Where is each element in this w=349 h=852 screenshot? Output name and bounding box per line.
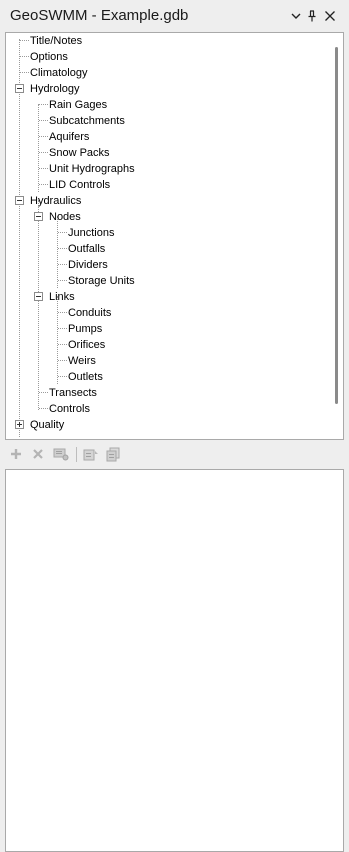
chevron-down-icon[interactable]	[289, 8, 303, 24]
tree-item-title-notes[interactable]: Title/Notes	[30, 33, 82, 49]
tree-connector	[19, 39, 20, 437]
tree-scrollbar[interactable]	[331, 33, 343, 439]
toolbar-separator	[76, 447, 77, 462]
expand-toggle-hydrology[interactable]	[15, 84, 24, 93]
tree-toolbar	[5, 441, 344, 468]
close-icon[interactable]	[323, 8, 337, 24]
tree-connector	[39, 104, 48, 105]
tree-item-junctions[interactable]: Junctions	[68, 225, 114, 241]
tree-item-subcatchments[interactable]: Subcatchments	[49, 113, 125, 129]
tree-item-aquifers[interactable]: Aquifers	[49, 129, 89, 145]
tree-connector	[58, 264, 67, 265]
tree-item-nodes[interactable]: Nodes	[49, 209, 81, 225]
tree-item-rain-gages[interactable]: Rain Gages	[49, 97, 107, 113]
tree-connector	[57, 216, 58, 288]
tree-item-outfalls[interactable]: Outfalls	[68, 241, 105, 257]
tree-connector	[20, 56, 29, 57]
tree-connector	[20, 40, 29, 41]
expand-toggle-nodes[interactable]	[34, 212, 43, 221]
tree-connector	[39, 168, 48, 169]
tree-connector	[58, 328, 67, 329]
tree-connector	[39, 392, 48, 393]
tree-item-transects[interactable]: Transects	[49, 385, 97, 401]
tree-connector	[58, 360, 67, 361]
tree-connector	[39, 408, 48, 409]
tree-connector	[38, 200, 39, 410]
tree-connector	[58, 232, 67, 233]
properties-panel[interactable]	[5, 469, 344, 852]
tree-item-pumps[interactable]: Pumps	[68, 321, 102, 337]
tree-item-controls[interactable]: Controls	[49, 401, 90, 417]
panel-title-bar: GeoSWMM - Example.gdb	[0, 0, 349, 32]
tree-item-weirs[interactable]: Weirs	[68, 353, 96, 369]
scrollbar-thumb[interactable]	[335, 47, 338, 404]
tree-connector	[39, 152, 48, 153]
expand-toggle-quality[interactable]	[15, 420, 24, 429]
tree-item-hydrology[interactable]: Hydrology	[30, 81, 80, 97]
tree-connector	[38, 104, 39, 192]
copy-icon[interactable]	[104, 445, 122, 463]
project-tree[interactable]: Title/Notes Options Climatology Hydrolog…	[5, 32, 344, 440]
tree-connector	[39, 184, 48, 185]
tree-item-storage-units[interactable]: Storage Units	[68, 273, 135, 289]
tree-item-hydraulics[interactable]: Hydraulics	[30, 193, 81, 209]
tree-item-quality[interactable]: Quality	[30, 417, 64, 433]
tree-item-unit-hydrographs[interactable]: Unit Hydrographs	[49, 161, 135, 177]
pin-icon[interactable]	[305, 8, 319, 24]
tree-item-options[interactable]: Options	[30, 49, 68, 65]
tree-item-outlets[interactable]: Outlets	[68, 369, 103, 385]
tree-connector	[57, 296, 58, 384]
edit-icon[interactable]	[52, 445, 70, 463]
tree-item-conduits[interactable]: Conduits	[68, 305, 111, 321]
tree-item-dividers[interactable]: Dividers	[68, 257, 108, 273]
tree-item-links[interactable]: Links	[49, 289, 75, 305]
tree-item-lid-controls[interactable]: LID Controls	[49, 177, 110, 193]
panel-title: GeoSWMM - Example.gdb	[10, 7, 189, 24]
tree-connector	[20, 72, 29, 73]
tree-connector	[58, 344, 67, 345]
properties-icon[interactable]	[82, 445, 100, 463]
delete-icon[interactable]	[29, 445, 47, 463]
tree-item-snow-packs[interactable]: Snow Packs	[49, 145, 110, 161]
add-icon[interactable]	[7, 445, 25, 463]
tree-item-orifices[interactable]: Orifices	[68, 337, 105, 353]
expand-toggle-links[interactable]	[34, 292, 43, 301]
expand-toggle-hydraulics[interactable]	[15, 196, 24, 205]
tree-connector	[58, 376, 67, 377]
tree-item-climatology[interactable]: Climatology	[30, 65, 87, 81]
tree-connector	[39, 120, 48, 121]
tree-connector	[58, 248, 67, 249]
tree-connector	[58, 312, 67, 313]
tree-connector	[58, 280, 67, 281]
tree-connector	[39, 136, 48, 137]
